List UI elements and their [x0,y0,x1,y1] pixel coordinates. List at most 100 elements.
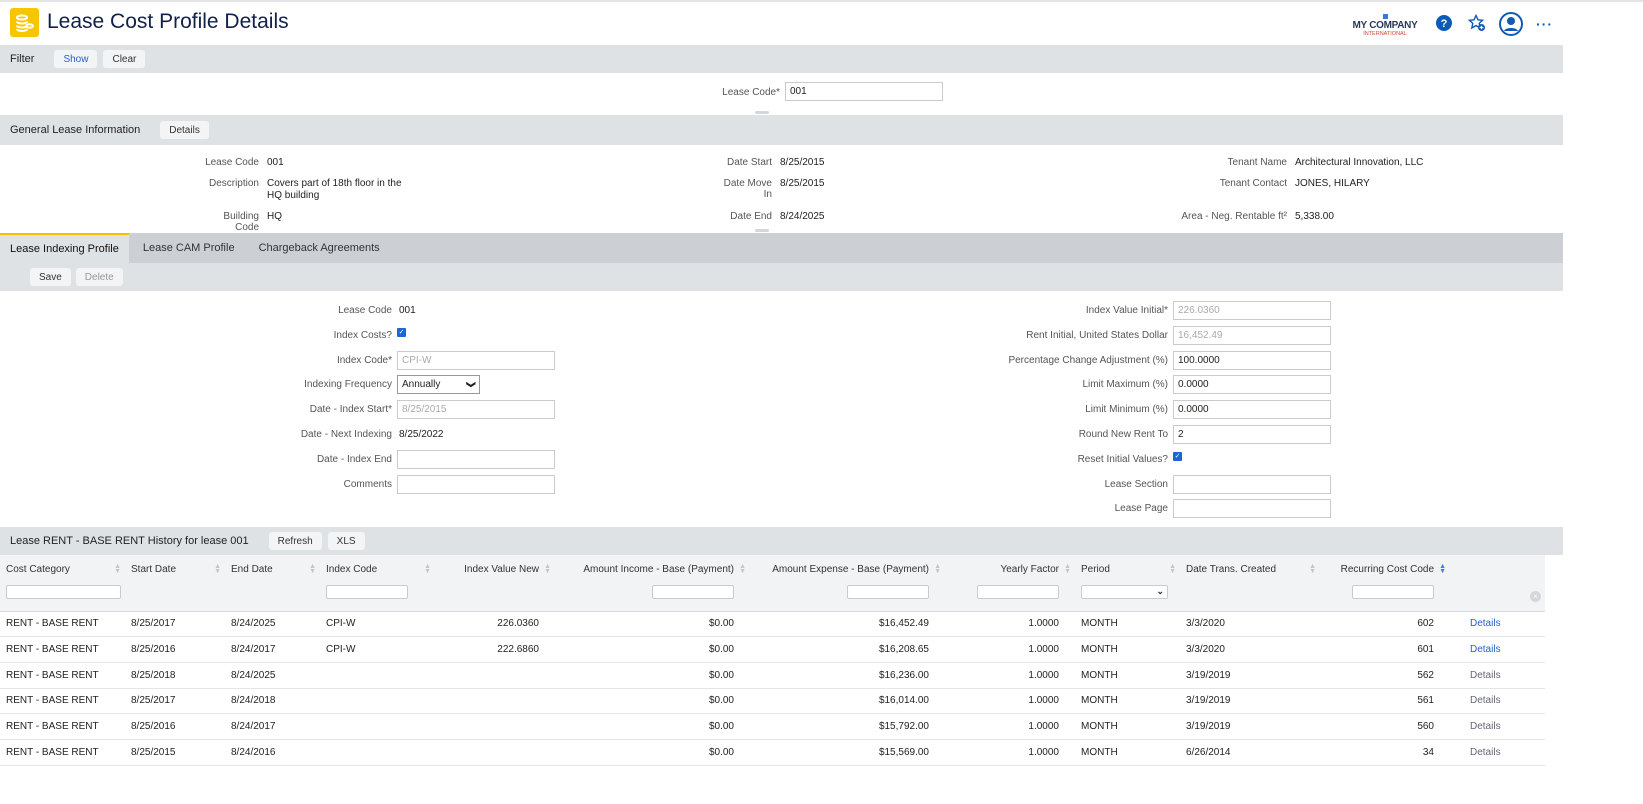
details-link[interactable]: Details [1450,636,1545,663]
page-header: Lease Cost Profile Details MY COMPANY IN… [0,2,1643,45]
form-input[interactable] [1173,474,1331,494]
column-header[interactable]: Start Date ▲ ▼ [125,555,225,583]
column-header[interactable]: Cost Category ▲ ▼ [0,555,125,583]
details-link[interactable]: Details [1450,662,1545,689]
filter-cell [945,583,1075,611]
column-filter-input[interactable] [977,585,1059,599]
column-header[interactable]: Index Value New ▲ ▼ [435,555,555,583]
checkbox[interactable]: ✓ [1173,451,1182,461]
column-filter-input[interactable] [326,585,408,599]
general-details-button[interactable]: Details [160,121,209,139]
company-logo: MY COMPANY INTERNATIONAL [1352,14,1418,37]
table-cell: 226.0360 [435,611,555,638]
table-cell [320,739,435,766]
delete-button[interactable]: Delete [75,268,123,286]
general-field-label: Date Start [726,157,772,168]
filter-cell [1180,583,1320,611]
xls-button[interactable]: XLS [327,532,365,550]
table-cell [435,739,555,766]
details-link[interactable]: Details [1450,713,1545,740]
form-input[interactable]: 100.0000 [1173,350,1331,370]
tab-chargeback-agreements[interactable]: Chargeback Agreements [249,233,390,263]
general-field-value: 8/24/2025 [780,211,825,222]
help-icon[interactable]: ? [1436,15,1452,31]
form-input[interactable]: 226.0360 [1173,301,1331,320]
sort-icon[interactable]: ▲ ▼ [1064,563,1071,575]
form-input[interactable]: 0.0000 [1173,400,1331,420]
checkbox[interactable]: ✓ [397,327,406,337]
filter-cell [1320,583,1450,611]
table-cell: 8/25/2015 [125,739,225,766]
table-cell: $16,014.00 [750,688,945,715]
sort-icon[interactable]: ▲ ▼ [214,563,221,575]
form-field-label: Comments [343,478,392,490]
column-filter-input[interactable] [847,585,929,599]
general-field-value: 5,338.00 [1295,211,1334,222]
favorite-add-icon[interactable] [1468,14,1486,32]
column-header[interactable]: Date Trans. Created ▲ ▼ [1180,555,1320,583]
table-cell: 222.6860 [435,636,555,663]
form-field-label: Rent Initial, United States Dollar [1026,329,1168,341]
table-cell: 8/24/2025 [225,662,320,689]
column-filter-input[interactable] [6,585,121,599]
table-cell: 561 [1320,688,1450,715]
column-header[interactable]: Yearly Factor ▲ ▼ [945,555,1075,583]
form-input[interactable]: 2 [1173,425,1331,444]
refresh-button[interactable]: Refresh [268,532,322,550]
form-input[interactable]: 0.0000 [1173,375,1331,395]
table-cell: $16,208.65 [750,636,945,663]
sort-icon[interactable]: ▲ ▼ [1439,563,1446,575]
show-button[interactable]: Show [54,50,98,68]
tab-lease-indexing-profile[interactable]: Lease Indexing Profile [0,233,129,263]
column-header[interactable]: Index Code ▲ ▼ [320,555,435,583]
sort-icon[interactable]: ▲ ▼ [309,563,316,575]
table-cell: 3/19/2019 [1180,713,1320,740]
sort-icon[interactable]: ▲ ▼ [544,563,551,575]
indexing-frequency-select[interactable]: Annually ❯ [397,375,480,395]
table-cell [435,662,555,689]
splitter-handle[interactable] [755,111,769,114]
tab-lease-cam-profile[interactable]: Lease CAM Profile [133,233,245,263]
sort-icon[interactable]: ▲ ▼ [1169,563,1176,575]
column-header[interactable]: End Date ▲ ▼ [225,555,320,583]
details-link[interactable]: Details [1450,688,1545,715]
form-input[interactable]: 8/25/2015 [397,400,555,420]
column-filter-input[interactable] [652,585,734,599]
clear-filter-icon[interactable]: × [1530,591,1541,603]
form-field-label: Index Code* [336,354,392,366]
form-input[interactable] [1173,499,1331,519]
sort-icon[interactable]: ▲ ▼ [114,563,121,575]
table-header-row: Cost Category ▲ ▼ Start Date ▲ ▼ End Date ▲ ▼ Ind… [0,555,1545,583]
table-cell [320,662,435,689]
table-cell: MONTH [1075,611,1180,638]
details-link[interactable]: Details [1450,611,1545,638]
form-input[interactable] [397,449,555,469]
save-button[interactable]: Save [30,268,71,286]
column-filter-input[interactable] [1352,585,1434,599]
column-header-label: Recurring Cost Code [1340,563,1434,575]
general-field-label: Description [208,178,259,189]
splitter-handle[interactable] [755,229,769,232]
general-field-label: Tenant Contact [1219,178,1287,189]
column-header[interactable]: Period ▲ ▼ [1075,555,1180,583]
clear-button[interactable]: Clear [103,50,146,68]
form-field-value: 001 [399,305,416,316]
sort-icon[interactable]: ▲ ▼ [1309,563,1316,575]
column-header[interactable]: Amount Expense - Base (Payment) ▲ ▼ [750,555,945,583]
user-avatar-icon[interactable] [1499,12,1523,36]
column-header[interactable]: Recurring Cost Code ▲ ▼ [1320,555,1450,583]
table-cell: RENT - BASE RENT [0,636,125,663]
details-link[interactable]: Details [1450,739,1545,766]
form-input[interactable]: 16,452.49 [1173,325,1331,345]
more-icon[interactable]: ··· [1536,16,1553,32]
form-field-label: Index Costs? [333,329,392,341]
lease-code-filter-input[interactable]: 001 [785,82,943,101]
column-header[interactable]: Amount Income - Base (Payment) ▲ ▼ [555,555,750,583]
form-field-label: Round New Rent To [1078,429,1168,440]
form-input[interactable]: CPI-W [397,350,555,370]
form-input[interactable] [397,474,555,494]
sort-icon[interactable]: ▲ ▼ [424,563,431,575]
sort-icon[interactable]: ▲ ▼ [739,563,746,575]
period-filter-select[interactable]: ⌄ [1081,585,1168,599]
sort-icon[interactable]: ▲ ▼ [934,563,941,575]
